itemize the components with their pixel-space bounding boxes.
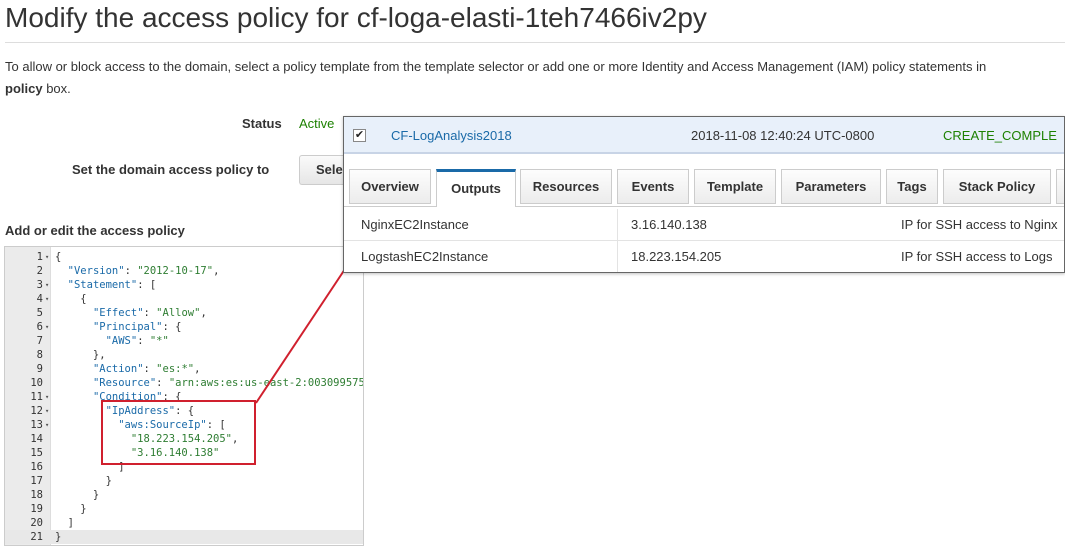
fold-caret-icon[interactable]: ▾: [45, 418, 51, 432]
code-line[interactable]: 4 ▾ {: [5, 292, 363, 306]
line-number: 21: [30, 531, 43, 543]
line-number: 20: [30, 517, 43, 529]
cloudformation-stack-panel: ✔ CF-LogAnalysis2018 2018-11-08 12:40:24…: [343, 116, 1065, 273]
line-number: 15: [30, 447, 43, 459]
stack-row[interactable]: ✔ CF-LogAnalysis2018 2018-11-08 12:40:24…: [344, 117, 1064, 154]
code-text: }: [55, 489, 100, 501]
output-key: LogstashEC2Instance: [361, 249, 489, 264]
page-title: Modify the access policy for cf-loga-ela…: [5, 2, 707, 33]
policy-editor[interactable]: 1 ▾{2 "Version": "2012-10-17", 3 ▾ "Stateme…: [4, 246, 364, 546]
editor-label: Add or edit the access policy: [5, 223, 185, 238]
code-line[interactable]: 20 ]: [5, 516, 363, 530]
fold-caret-icon[interactable]: ▾: [45, 404, 51, 418]
code-text: "AWS": "*": [105, 335, 169, 347]
output-description: IP for SSH access to Logs: [901, 249, 1053, 264]
status-label: Status: [242, 116, 282, 131]
code-text: "Principal": {: [92, 321, 182, 333]
line-number: 4: [36, 293, 43, 305]
tab-events[interactable]: Events: [617, 169, 689, 204]
line-number: 16: [30, 461, 43, 473]
line-number: 12: [30, 405, 43, 417]
output-key: NginxEC2Instance: [361, 217, 469, 232]
intro-bold-word: policy: [5, 81, 43, 96]
policy-select-label: Set the domain access policy to: [72, 162, 270, 177]
line-number: 9: [36, 363, 43, 375]
line-number: 7: [36, 335, 43, 347]
code-text: "Resource": "arn:aws:es:us-east-2:003099…: [92, 377, 363, 389]
code-line[interactable]: 7 "AWS": "*": [5, 334, 363, 348]
code-line[interactable]: 17 }: [5, 474, 363, 488]
tab-parameters[interactable]: Parameters: [781, 169, 881, 204]
code-line[interactable]: 9 "Action": "es:*",: [5, 362, 363, 376]
fold-caret-icon[interactable]: ▾: [45, 250, 51, 264]
source-ip-highlight: [101, 400, 256, 465]
code-text: }: [55, 503, 87, 515]
tab-resources[interactable]: Resources: [520, 169, 612, 204]
code-text: ]: [55, 517, 74, 529]
line-number: 11: [30, 391, 43, 403]
stack-status: CREATE_COMPLE: [943, 128, 1057, 143]
status-value: Active: [299, 116, 335, 131]
code-text: },: [55, 349, 106, 361]
line-number: 18: [30, 489, 43, 501]
fold-caret-icon[interactable]: ▾: [45, 320, 51, 334]
code-text: {: [55, 293, 87, 305]
code-line[interactable]: 3 ▾ "Statement": [: [5, 278, 363, 292]
code-line[interactable]: 19 }: [5, 502, 363, 516]
output-row: NginxEC2Instance 3.16.140.138 IP for SSH…: [344, 209, 1064, 241]
intro-text: To allow or block access to the domain, …: [5, 56, 1065, 100]
intro-line: To allow or block access to the domain, …: [5, 59, 987, 74]
intro-tail: box.: [42, 81, 71, 96]
code-line[interactable]: 2 "Version": "2012-10-17",: [5, 264, 363, 278]
row-checkbox[interactable]: ✔: [353, 129, 366, 142]
code-line[interactable]: 6 ▾ "Principal": {: [5, 320, 363, 334]
line-number: 8: [36, 349, 43, 361]
tab-tags[interactable]: Tags: [886, 169, 938, 204]
code-text: {: [55, 251, 62, 263]
column-divider: [617, 241, 618, 272]
output-value: 18.223.154.205: [631, 249, 722, 264]
fold-caret-icon[interactable]: ▾: [45, 278, 51, 292]
stack-name-link[interactable]: CF-LogAnalysis2018: [391, 128, 512, 143]
line-number: 1: [36, 251, 43, 263]
code-line[interactable]: 8 },: [5, 348, 363, 362]
line-number: 5: [36, 307, 43, 319]
code-line[interactable]: 21}: [5, 530, 363, 544]
code-line[interactable]: 1 ▾ {: [5, 250, 363, 264]
fold-caret-icon[interactable]: ▾: [45, 292, 51, 306]
title-divider: [5, 42, 1065, 43]
output-row: LogstashEC2Instance 18.223.154.205 IP fo…: [344, 241, 1064, 272]
stack-detail-tabs: Overview Outputs Resources Events Templa…: [344, 165, 1064, 207]
line-number: 19: [30, 503, 43, 515]
line-number: 3: [36, 279, 43, 291]
line-number: 13: [30, 419, 43, 431]
tab-next[interactable]: [1056, 169, 1064, 204]
code-text: "Statement": [: [67, 279, 157, 291]
fold-caret-icon[interactable]: ▾: [45, 390, 51, 404]
line-number: 10: [30, 377, 43, 389]
tab-overview[interactable]: Overview: [349, 169, 431, 204]
code-text: "Action": "es:*",: [92, 363, 201, 375]
code-text: "Version": "2012-10-17",: [67, 265, 220, 277]
tab-outputs[interactable]: Outputs: [436, 169, 516, 207]
output-value: 3.16.140.138: [631, 217, 707, 232]
output-description: IP for SSH access to Nginx: [901, 217, 1058, 232]
code-text: }: [55, 475, 112, 487]
line-number: 2: [36, 265, 43, 277]
line-number: 14: [30, 433, 43, 445]
code-text: }: [55, 531, 62, 543]
tab-template[interactable]: Template: [694, 169, 776, 204]
line-number: 6: [36, 321, 43, 333]
line-number: 17: [30, 475, 43, 487]
check-icon: ✔: [354, 129, 365, 141]
column-divider: [617, 209, 618, 241]
stack-created-time: 2018-11-08 12:40:24 UTC-0800: [691, 128, 875, 143]
tab-stack-policy[interactable]: Stack Policy: [943, 169, 1051, 204]
code-line[interactable]: 10 "Resource": "arn:aws:es:us-east-2:003…: [5, 376, 363, 390]
code-text: "Effect": "Allow",: [92, 307, 207, 319]
code-line[interactable]: 18 }: [5, 488, 363, 502]
code-line[interactable]: 5 "Effect": "Allow",: [5, 306, 363, 320]
